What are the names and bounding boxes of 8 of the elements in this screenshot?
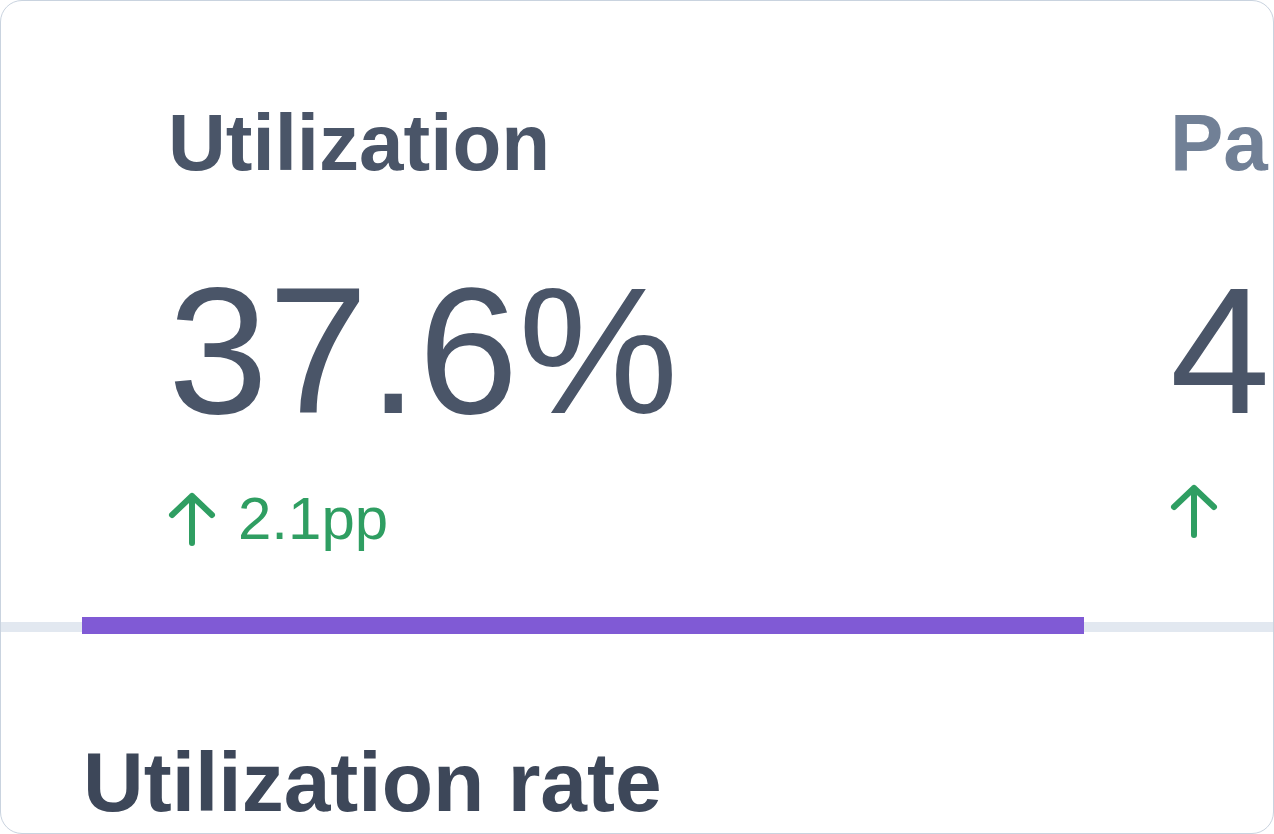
section-heading: Utilization rate <box>83 740 662 824</box>
metric-tab[interactable]: Utilization 37.6% 2.1pp <box>82 1 1084 634</box>
metric-value: 37.6% <box>168 249 679 453</box>
metric-label: Pa <box>1170 97 1268 189</box>
change-text: 2.1pp <box>238 484 389 553</box>
metric-label: Utilization <box>168 97 551 189</box>
metric-tab[interactable]: Pa 4 <box>1084 1 1273 634</box>
metric-value: 4 <box>1170 249 1271 453</box>
